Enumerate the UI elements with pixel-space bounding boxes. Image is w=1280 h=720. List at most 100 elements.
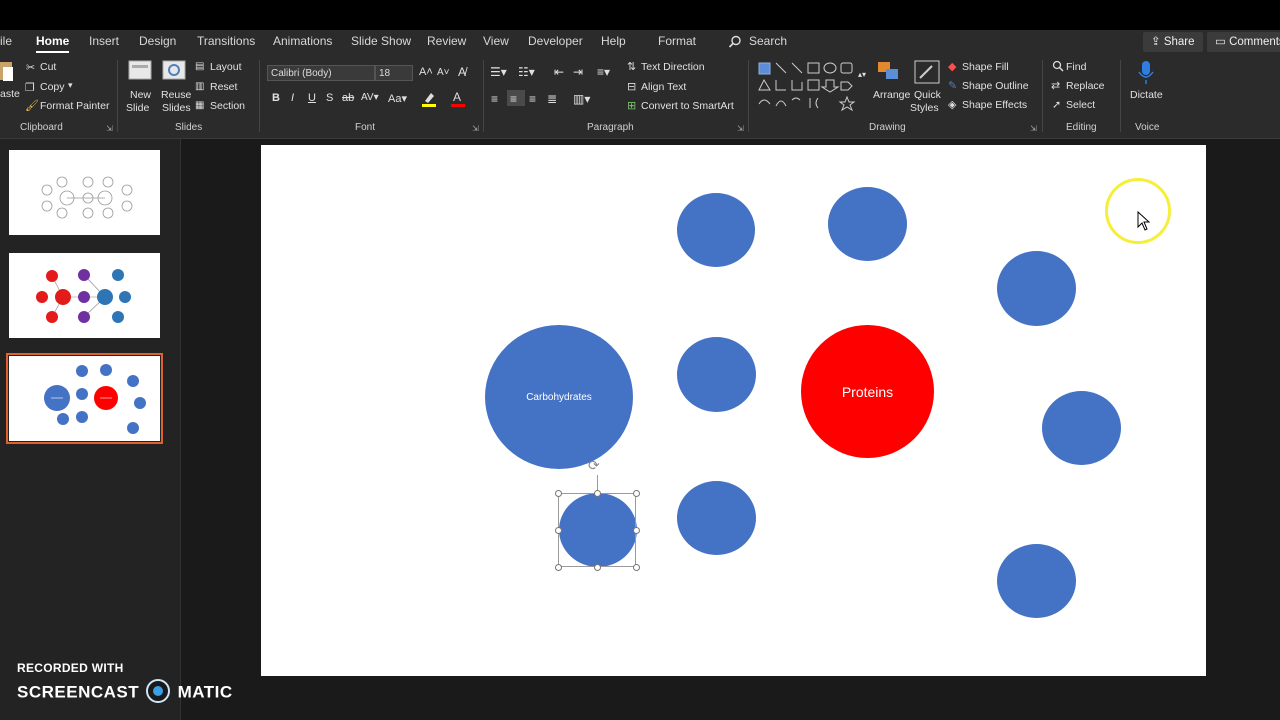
- justify-icon[interactable]: ≣: [547, 92, 557, 106]
- shape-effects-button[interactable]: Shape Effects: [962, 99, 1027, 111]
- font-launcher-icon[interactable]: ⇲: [472, 124, 479, 133]
- blue-circle-1[interactable]: [677, 193, 755, 267]
- blue-circle-2[interactable]: [828, 187, 907, 261]
- highlight-color-icon[interactable]: [422, 91, 440, 112]
- font-family-select[interactable]: Calibri (Body): [267, 65, 375, 81]
- drawing-launcher-icon[interactable]: ⇲: [1030, 124, 1037, 133]
- shapes-gallery[interactable]: [756, 60, 866, 112]
- arrange-button[interactable]: Arrange: [873, 89, 910, 101]
- slide-thumbnail-2[interactable]: [9, 253, 160, 338]
- resize-handle-w[interactable]: [555, 527, 562, 534]
- text-shadow-icon[interactable]: S: [326, 92, 333, 104]
- new-slide-label-2[interactable]: Slide: [126, 102, 149, 114]
- underline-icon[interactable]: U: [308, 92, 316, 104]
- tab-animations[interactable]: Animations: [273, 34, 332, 48]
- tab-developer[interactable]: Developer: [528, 34, 583, 48]
- rotate-handle-icon[interactable]: ⟳: [588, 457, 600, 474]
- blue-circle-4[interactable]: [677, 337, 756, 412]
- section-button[interactable]: Section: [210, 100, 245, 112]
- blue-circle-3[interactable]: [997, 251, 1076, 326]
- share-button[interactable]: ⇪ Share: [1143, 32, 1203, 52]
- resize-handle-nw[interactable]: [555, 490, 562, 497]
- align-right-icon[interactable]: ≡: [529, 92, 536, 106]
- new-slide-icon[interactable]: [128, 60, 152, 84]
- tab-view[interactable]: View: [483, 34, 509, 48]
- increase-font-icon[interactable]: A˄: [419, 66, 433, 78]
- proteins-circle[interactable]: Proteins: [801, 325, 934, 458]
- copy-button[interactable]: Copy: [40, 81, 65, 93]
- quick-styles-label-2[interactable]: Styles: [910, 102, 939, 114]
- font-color-icon[interactable]: A: [451, 90, 467, 113]
- tab-file[interactable]: ile: [0, 34, 12, 48]
- paragraph-launcher-icon[interactable]: ⇲: [737, 124, 744, 133]
- search-box[interactable]: Search: [749, 34, 787, 48]
- copy-dropdown-icon[interactable]: ▾: [68, 80, 73, 91]
- tab-help[interactable]: Help: [601, 34, 626, 48]
- gallery-scroll-icon[interactable]: ▴▾: [858, 70, 866, 79]
- tab-review[interactable]: Review: [427, 34, 466, 48]
- cut-button[interactable]: Cut: [40, 61, 56, 73]
- increase-indent-icon[interactable]: ⇥: [573, 65, 583, 79]
- slide-thumbnail-3[interactable]: [6, 353, 163, 444]
- clear-formatting-icon[interactable]: A̸: [458, 65, 466, 79]
- align-text-button[interactable]: Align Text: [641, 81, 686, 93]
- font-size-select[interactable]: 18: [375, 65, 413, 81]
- text-direction-button[interactable]: Text Direction: [641, 61, 705, 73]
- resize-handle-ne[interactable]: [633, 490, 640, 497]
- change-case-icon[interactable]: Aa▾: [388, 92, 407, 105]
- blue-circle-6[interactable]: [677, 481, 756, 555]
- carbohydrates-circle[interactable]: Carbohydrates: [485, 325, 633, 469]
- resize-handle-e[interactable]: [633, 527, 640, 534]
- tab-home[interactable]: Home: [36, 34, 70, 53]
- tab-design[interactable]: Design: [139, 34, 176, 48]
- bullets-icon[interactable]: ☰▾: [490, 65, 507, 79]
- resize-handle-se[interactable]: [633, 564, 640, 571]
- arrange-icon[interactable]: [876, 60, 902, 86]
- section-icon: ▦: [195, 100, 205, 111]
- reuse-slides-label[interactable]: Reuse: [161, 89, 191, 101]
- format-painter-button[interactable]: Format Painter: [40, 100, 109, 112]
- slide-thumbnail-1[interactable]: [9, 150, 160, 235]
- bold-icon[interactable]: B: [272, 92, 280, 104]
- reuse-slides-icon[interactable]: [162, 60, 186, 84]
- shape-outline-button[interactable]: Shape Outline: [962, 80, 1029, 92]
- resize-handle-n[interactable]: [594, 490, 601, 497]
- dictate-button[interactable]: Dictate: [1130, 89, 1163, 101]
- convert-smartart-button[interactable]: Convert to SmartArt: [641, 100, 734, 112]
- blue-circle-7[interactable]: [997, 544, 1076, 618]
- layout-button[interactable]: Layout: [210, 61, 242, 73]
- decrease-indent-icon[interactable]: ⇤: [554, 65, 564, 79]
- italic-icon[interactable]: I: [291, 92, 294, 104]
- replace-button[interactable]: Replace: [1066, 80, 1105, 92]
- align-left-icon[interactable]: ≡: [491, 92, 498, 106]
- clipboard-launcher-icon[interactable]: ⇲: [106, 124, 113, 133]
- tab-insert[interactable]: Insert: [89, 34, 119, 48]
- select-button[interactable]: Select: [1066, 99, 1095, 111]
- selection-box: [558, 493, 636, 567]
- blue-circle-5[interactable]: [1042, 391, 1121, 465]
- slide-canvas[interactable]: Carbohydrates Proteins ⟳: [261, 145, 1206, 676]
- tab-slide-show[interactable]: Slide Show: [351, 34, 411, 48]
- quick-styles-label[interactable]: Quick: [914, 89, 941, 101]
- svg-text:A: A: [453, 90, 461, 104]
- microphone-icon[interactable]: [1138, 60, 1154, 86]
- align-center-icon[interactable]: ≡: [510, 92, 517, 106]
- resize-handle-sw[interactable]: [555, 564, 562, 571]
- reuse-slides-label-2[interactable]: Slides: [162, 102, 191, 114]
- find-button[interactable]: Find: [1066, 61, 1086, 73]
- strikethrough-icon[interactable]: ab: [342, 92, 354, 104]
- character-spacing-icon[interactable]: AV▾: [361, 92, 379, 103]
- resize-handle-s[interactable]: [594, 564, 601, 571]
- tab-transitions[interactable]: Transitions: [197, 34, 255, 48]
- search-icon[interactable]: [728, 35, 742, 54]
- shape-fill-button[interactable]: Shape Fill: [962, 61, 1009, 73]
- columns-icon[interactable]: ▥▾: [573, 92, 590, 106]
- comments-button[interactable]: ▭ Comments: [1207, 32, 1280, 52]
- decrease-font-icon[interactable]: A˅: [437, 67, 450, 78]
- line-spacing-icon[interactable]: ≡▾: [597, 65, 610, 79]
- reset-button[interactable]: Reset: [210, 81, 237, 93]
- tab-format[interactable]: Format: [658, 34, 696, 48]
- quick-styles-icon[interactable]: [914, 60, 940, 86]
- new-slide-label[interactable]: New: [130, 89, 151, 101]
- numbering-icon[interactable]: ☷▾: [518, 65, 535, 79]
